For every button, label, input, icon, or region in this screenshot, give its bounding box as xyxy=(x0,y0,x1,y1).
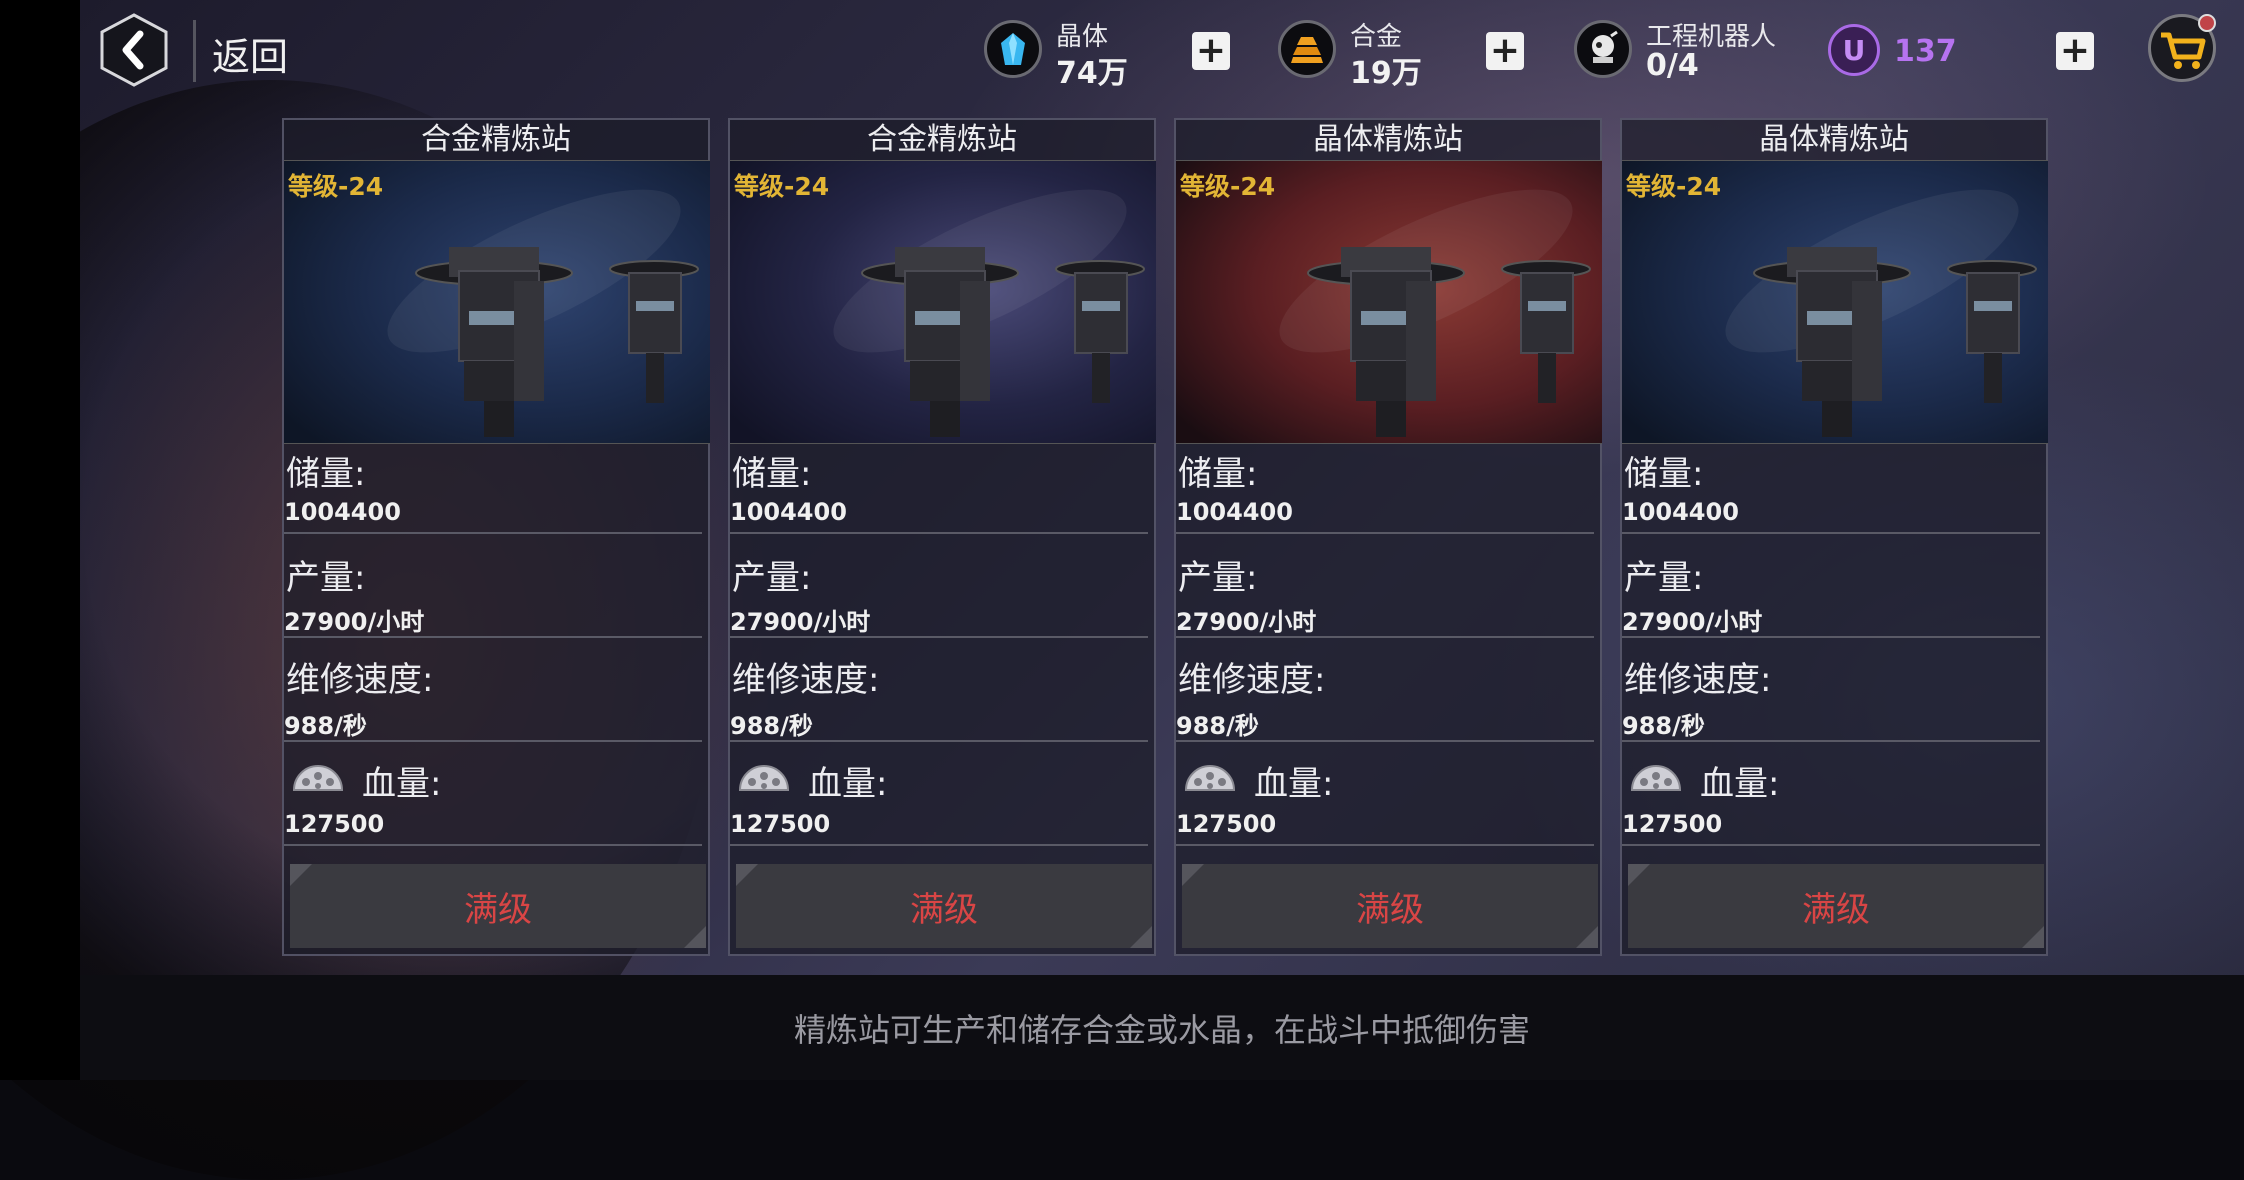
footer-bar: 精炼站可生产和储存合金或水晶，在战斗中抵御伤害 xyxy=(80,975,2244,1080)
shop-notification-dot xyxy=(2198,14,2216,32)
divider xyxy=(284,532,702,534)
station-illustration xyxy=(730,161,1156,443)
repair-label: 维修速度: xyxy=(286,660,434,700)
refinery-card: 晶体精炼站 等级-24 储量: 1004400 产量: 27900/小时 维修速… xyxy=(1174,118,1602,956)
hp-label: 血量: xyxy=(808,764,888,804)
level-badge: 等级-24 xyxy=(734,172,830,201)
shield-dome-icon xyxy=(738,765,790,791)
premium-currency-icon: U xyxy=(1828,24,1880,76)
max-level-button[interactable]: 满级 xyxy=(1628,864,2044,948)
station-illustration xyxy=(284,161,710,443)
repair-value: 988/秒 xyxy=(284,712,367,740)
divider xyxy=(1622,636,2040,638)
output-label: 产量: xyxy=(1178,558,1258,598)
premium-currency-value: 137 xyxy=(1894,34,1957,69)
divider xyxy=(1176,532,1594,534)
footer-description: 精炼站可生产和储存合金或水晶，在战斗中抵御伤害 xyxy=(793,1010,1530,1049)
divider xyxy=(1176,740,1594,742)
divider xyxy=(1622,844,2040,846)
add-alloy-button[interactable]: + xyxy=(1486,32,1524,70)
storage-value: 1004400 xyxy=(1622,498,1739,526)
divider xyxy=(284,740,702,742)
shield-dome-icon xyxy=(1630,765,1682,791)
output-label: 产量: xyxy=(286,558,366,598)
crystal-icon xyxy=(984,20,1042,78)
divider xyxy=(1176,636,1594,638)
divider xyxy=(1622,532,2040,534)
robot-icon xyxy=(1574,20,1632,78)
hp-value: 127500 xyxy=(284,810,385,838)
storage-value: 1004400 xyxy=(1176,498,1293,526)
storage-value: 1004400 xyxy=(284,498,401,526)
alloy-icon xyxy=(1278,20,1336,78)
output-label: 产量: xyxy=(732,558,812,598)
storage-label: 储量: xyxy=(286,454,366,494)
output-value: 27900/小时 xyxy=(1622,608,1763,636)
repair-label: 维修速度: xyxy=(1178,660,1326,700)
max-level-button[interactable]: 满级 xyxy=(290,864,706,948)
back-button[interactable] xyxy=(96,12,172,88)
refinery-card: 合金精炼站 等级-24 储量: 1004400 产量: 27900/小时 维修速… xyxy=(282,118,710,956)
add-premium-button[interactable]: + xyxy=(2056,32,2094,70)
repair-value: 988/秒 xyxy=(1622,712,1705,740)
output-value: 27900/小时 xyxy=(1176,608,1317,636)
crystal-value: 74万 xyxy=(1056,56,1128,91)
output-value: 27900/小时 xyxy=(284,608,425,636)
level-badge: 等级-24 xyxy=(1626,172,1722,201)
storage-label: 储量: xyxy=(1178,454,1258,494)
divider xyxy=(730,740,1148,742)
divider xyxy=(284,844,702,846)
storage-label: 储量: xyxy=(1624,454,1704,494)
max-level-label: 满级 xyxy=(1356,889,1424,930)
hp-label: 血量: xyxy=(1254,764,1334,804)
repair-label: 维修速度: xyxy=(1624,660,1772,700)
robot-value: 0/4 xyxy=(1646,48,1699,83)
level-badge: 等级-24 xyxy=(288,172,384,201)
shield-dome-icon xyxy=(292,765,344,791)
alloy-value: 19万 xyxy=(1350,56,1422,91)
station-image[interactable]: 等级-24 xyxy=(1176,160,1602,444)
shield-dome-icon xyxy=(1184,765,1236,791)
output-value: 27900/小时 xyxy=(730,608,871,636)
divider xyxy=(730,844,1148,846)
station-image[interactable]: 等级-24 xyxy=(284,160,710,444)
left-edge-bar xyxy=(0,0,80,1080)
divider xyxy=(730,532,1148,534)
storage-value: 1004400 xyxy=(730,498,847,526)
hp-label: 血量: xyxy=(362,764,442,804)
station-image[interactable]: 等级-24 xyxy=(730,160,1156,444)
divider xyxy=(1622,740,2040,742)
repair-value: 988/秒 xyxy=(730,712,813,740)
repair-value: 988/秒 xyxy=(1176,712,1259,740)
station-illustration xyxy=(1622,161,2048,443)
level-badge: 等级-24 xyxy=(1180,172,1276,201)
refinery-card: 晶体精炼站 等级-24 储量: 1004400 产量: 27900/小时 维修速… xyxy=(1620,118,2048,956)
card-title: 晶体精炼站 xyxy=(1759,122,1909,157)
back-label[interactable]: 返回 xyxy=(212,26,288,81)
hp-value: 127500 xyxy=(1622,810,1723,838)
card-title: 晶体精炼站 xyxy=(1313,122,1463,157)
max-level-button[interactable]: 满级 xyxy=(1182,864,1598,948)
add-crystal-button[interactable]: + xyxy=(1192,32,1230,70)
station-illustration xyxy=(1176,161,1602,443)
back-arrow-icon xyxy=(100,13,168,87)
repair-label: 维修速度: xyxy=(732,660,880,700)
hp-value: 127500 xyxy=(1176,810,1277,838)
max-level-label: 满级 xyxy=(1802,889,1870,930)
card-title: 合金精炼站 xyxy=(421,122,571,157)
back-separator xyxy=(193,20,196,82)
card-title: 合金精炼站 xyxy=(867,122,1017,157)
divider xyxy=(284,636,702,638)
output-label: 产量: xyxy=(1624,558,1704,598)
divider xyxy=(730,636,1148,638)
refinery-card: 合金精炼站 等级-24 储量: 1004400 产量: 27900/小时 维修速… xyxy=(728,118,1156,956)
max-level-label: 满级 xyxy=(910,889,978,930)
station-image[interactable]: 等级-24 xyxy=(1622,160,2048,444)
hp-value: 127500 xyxy=(730,810,831,838)
max-level-button[interactable]: 满级 xyxy=(736,864,1152,948)
divider xyxy=(1176,844,1594,846)
hp-label: 血量: xyxy=(1700,764,1780,804)
storage-label: 储量: xyxy=(732,454,812,494)
max-level-label: 满级 xyxy=(464,889,532,930)
